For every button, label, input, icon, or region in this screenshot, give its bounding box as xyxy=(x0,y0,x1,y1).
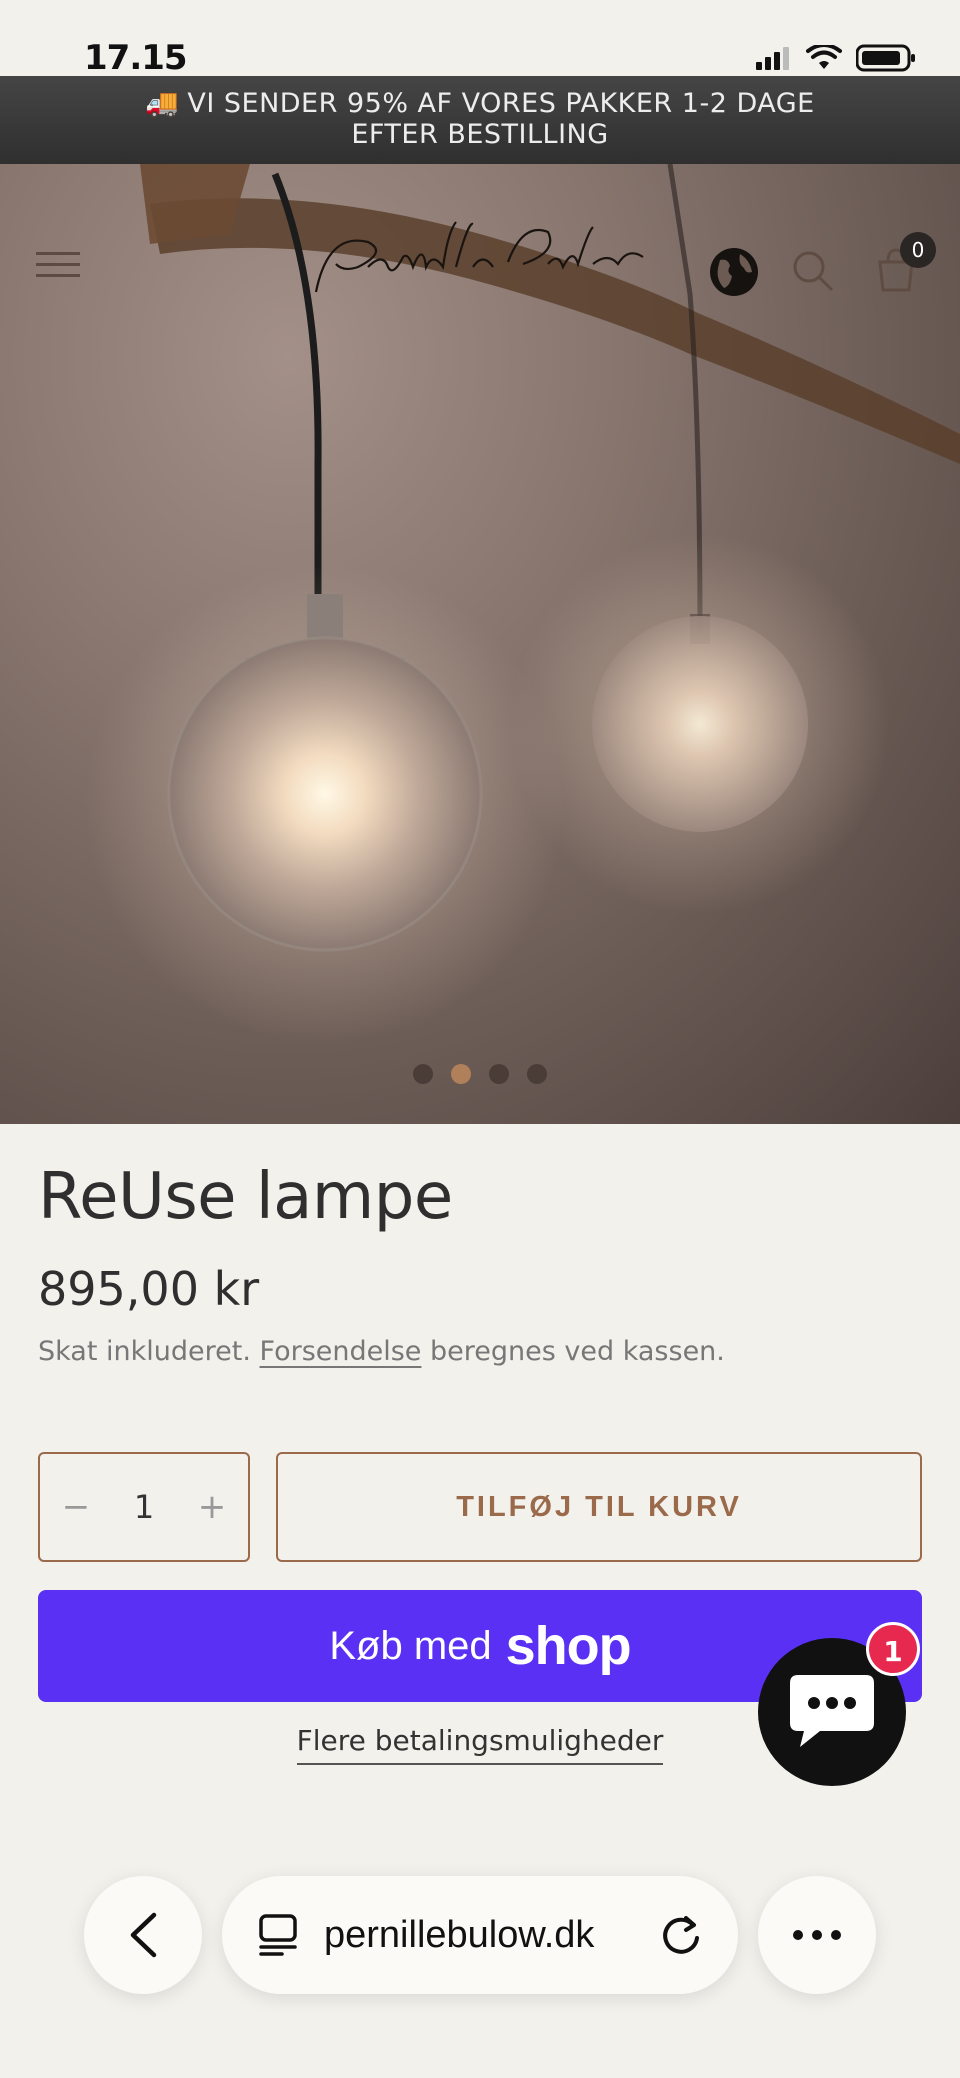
truck-icon: 🚚 xyxy=(145,88,180,119)
shipping-link[interactable]: Forsendelse xyxy=(260,1336,422,1367)
signal-icon xyxy=(756,47,789,70)
gallery-dot-active[interactable] xyxy=(451,1064,471,1084)
chevron-left-icon xyxy=(130,1912,157,1958)
more-payment-link[interactable]: Flere betalingsmuligheder xyxy=(296,1724,664,1765)
chat-notification-badge: 1 xyxy=(866,1622,920,1676)
product-price: 895,00 kr xyxy=(38,1262,260,1316)
quantity-decrease-button[interactable]: − xyxy=(40,1487,112,1527)
quantity-increase-button[interactable]: + xyxy=(176,1487,248,1527)
browser-back-button[interactable] xyxy=(84,1876,202,1994)
quantity-input[interactable]: 1 xyxy=(112,1488,176,1526)
url-text: pernillebulow.dk xyxy=(324,1913,595,1956)
more-dots-icon xyxy=(793,1930,841,1940)
gallery-dots xyxy=(0,1064,960,1084)
shop-pay-brand: shop xyxy=(505,1616,632,1676)
announcement-line2: EFTER BESTILLING xyxy=(351,119,609,150)
status-bar: 17.15 xyxy=(0,0,960,78)
gallery-dot[interactable] xyxy=(489,1064,509,1084)
shop-pay-label: Køb med xyxy=(329,1623,492,1668)
cart-count-badge: 0 xyxy=(900,232,936,268)
browser-address-bar[interactable]: pernillebulow.dk xyxy=(222,1876,738,1994)
battery-icon xyxy=(856,44,915,72)
add-to-cart-button[interactable]: TILFØJ TIL KURV xyxy=(276,1452,922,1562)
chat-bubble-icon xyxy=(790,1675,874,1747)
site-header: 0 xyxy=(0,164,960,304)
menu-icon[interactable] xyxy=(36,250,80,280)
search-icon[interactable] xyxy=(790,248,836,294)
product-title: ReUse lampe xyxy=(38,1160,453,1234)
status-time: 17.15 xyxy=(84,38,188,78)
announcement-bar: 🚚 VI SENDER 95% AF VORES PAKKER 1-2 DAGE … xyxy=(0,76,960,164)
tax-suffix: beregnes ved kassen. xyxy=(430,1336,725,1367)
wifi-icon xyxy=(806,45,842,69)
tab-overview-icon[interactable] xyxy=(258,1913,298,1957)
globe-icon[interactable] xyxy=(708,246,760,298)
quantity-stepper: − 1 + xyxy=(38,1452,250,1562)
status-icons xyxy=(756,44,916,72)
gallery-dot[interactable] xyxy=(527,1064,547,1084)
tax-note: Skat inkluderet. Forsendelse beregnes ve… xyxy=(38,1336,725,1367)
brand-logo[interactable] xyxy=(308,212,648,302)
browser-more-button[interactable] xyxy=(758,1876,876,1994)
product-image-gallery[interactable]: 0 xyxy=(0,164,960,1124)
reload-icon[interactable] xyxy=(660,1914,702,1956)
product-photo xyxy=(85,164,960,1044)
gallery-dot[interactable] xyxy=(413,1064,433,1084)
announcement-line1: VI SENDER 95% AF VORES PAKKER 1-2 DAGE xyxy=(187,88,815,119)
tax-prefix: Skat inkluderet. xyxy=(38,1336,251,1367)
